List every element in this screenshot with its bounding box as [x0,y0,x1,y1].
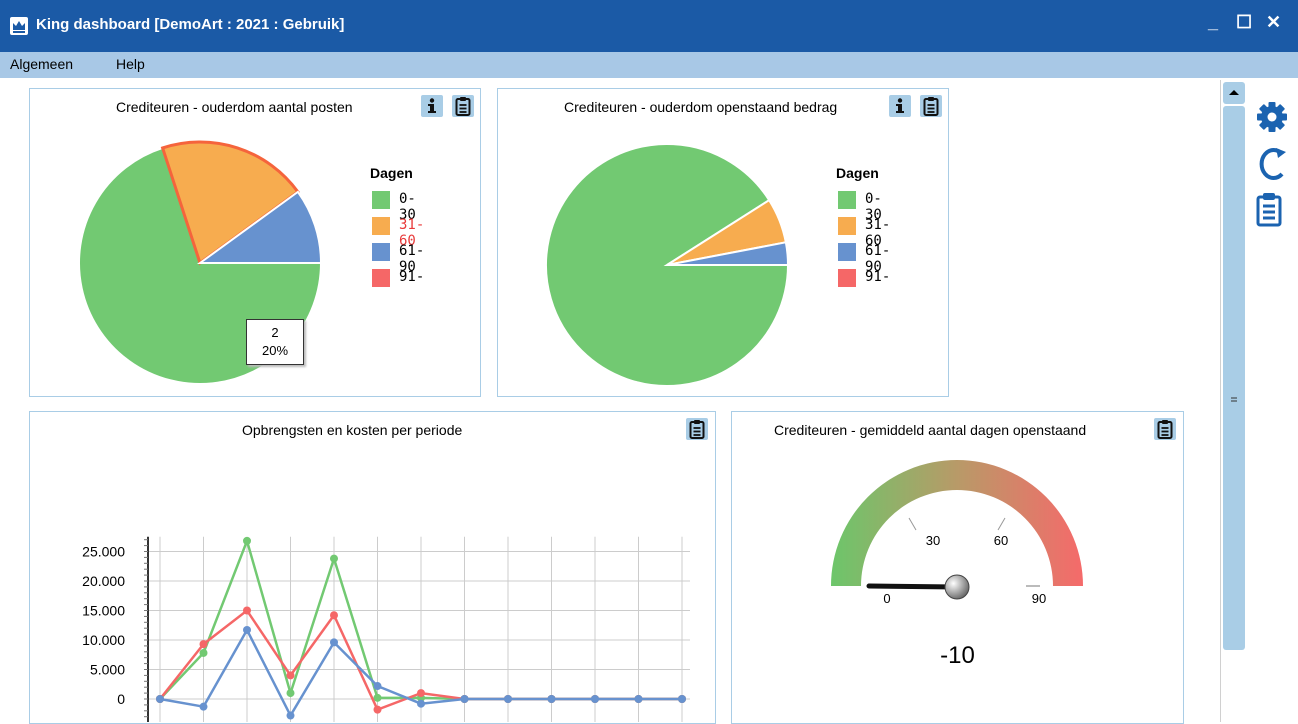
settings-button[interactable] [1256,100,1288,139]
gauge-arc [831,460,1083,586]
legend-label: 91- [399,269,425,285]
data-point-Resultaat[interactable] [417,699,425,708]
clipboard-button[interactable] [920,95,942,117]
panel-openstaand-bedrag: Crediteuren - ouderdom openstaand bedrag… [497,88,949,397]
panel-gemiddeld-dagen: Crediteuren - gemiddeld aantal dagen ope… [731,411,1184,724]
data-point-Resultaat[interactable] [286,711,295,720]
data-point-Resultaat[interactable] [373,682,382,691]
clipboard-icon [455,97,471,116]
menu-algemeen[interactable]: Algemeen [10,56,73,72]
crown-icon [10,17,28,35]
panel-aantal-posten: Crediteuren - ouderdom aantal posten Dag… [29,88,481,397]
data-point-Resultaat[interactable] [460,695,469,703]
y-tick-label: 20.000 [82,573,125,589]
gauge: 0 30 60 90 [831,460,1083,606]
data-point-Kosten[interactable] [330,611,338,620]
close-button[interactable]: ✕ [1266,12,1281,33]
y-tick-label: 25.000 [82,544,125,560]
data-point-Resultaat[interactable] [504,695,512,703]
data-point-Kosten[interactable] [417,689,425,698]
right-toolbar [1248,80,1298,722]
vertical-scrollbar[interactable] [1220,80,1249,722]
panel-title: Crediteuren - ouderdom aantal posten [116,99,353,115]
clipboard-button[interactable] [452,95,474,117]
clipboard-icon [1256,193,1282,227]
pie-tooltip: 2 20% [246,319,304,365]
grip-icon [1231,397,1237,402]
legend-swatch [372,191,390,209]
tooltip-percent: 20% [261,343,289,358]
data-point-Opbrengsten[interactable] [199,648,208,657]
clipboard-button[interactable] [1254,192,1284,233]
data-point-Resultaat[interactable] [634,695,643,703]
data-point-Opbrengsten[interactable] [286,689,295,698]
data-point-Opbrengsten[interactable] [330,554,338,563]
panel-title: Crediteuren - gemiddeld aantal dagen ope… [774,422,1087,438]
gauge-scale-label: 60 [994,533,1008,548]
data-point-Resultaat[interactable] [243,625,251,634]
legend-title: Dagen [370,165,413,181]
data-point-Resultaat[interactable] [678,695,686,703]
tooltip-value: 2 [271,325,279,340]
clipboard-icon [1157,420,1173,439]
y-tick-label: 5.000 [90,662,125,678]
panel-title: Crediteuren - ouderdom openstaand bedrag [564,99,838,115]
legend-swatch [838,243,856,261]
gear-icon [1257,102,1287,132]
gauge-knob [944,574,970,600]
y-tick-label: 0 [117,691,125,707]
gauge-tick [997,517,1006,531]
line-chart: 05.00010.00015.00020.00025.0000123456789… [82,536,690,722]
refresh-icon [1259,148,1286,180]
data-point-Resultaat[interactable] [156,695,164,703]
legend-label: 91- [865,269,891,285]
minimize-button[interactable]: _ [1208,12,1218,33]
gauge-needle [866,583,960,590]
dashboard-content: Crediteuren - ouderdom aantal posten Dag… [0,78,1220,724]
window-title: King dashboard [DemoArt : 2021 : Gebruik… [36,16,345,33]
scroll-thumb[interactable] [1223,106,1245,650]
data-point-Resultaat[interactable] [591,695,599,703]
gauge-tick [908,517,917,531]
gauge-value: -10 [940,642,975,669]
data-point-Resultaat[interactable] [330,638,338,647]
data-point-Resultaat[interactable] [547,695,556,703]
menu-bar: Algemeen Help [0,52,1298,78]
data-point-Kosten[interactable] [243,606,251,615]
pie-chart-openstaand-bedrag [545,143,790,387]
clipboard-button[interactable] [1154,418,1176,440]
data-point-Resultaat[interactable] [199,702,208,711]
legend-swatch [838,191,856,209]
info-icon [896,98,904,113]
gauge-scale-label: 30 [926,533,940,548]
data-point-Kosten[interactable] [199,640,208,649]
legend-swatch [372,269,390,287]
y-tick-label: 10.000 [82,632,125,648]
scroll-up-button[interactable] [1223,82,1245,104]
clipboard-icon [923,97,939,116]
data-point-Opbrengsten[interactable] [243,536,251,545]
gauge-scale-label: 90 [1032,591,1046,606]
y-tick-label: 15.000 [82,603,125,619]
data-point-Kosten[interactable] [373,705,382,714]
data-point-Kosten[interactable] [286,671,295,680]
legend-title: Dagen [836,165,879,181]
info-button[interactable] [889,95,911,117]
title-bar: King dashboard [DemoArt : 2021 : Gebruik… [0,0,1298,52]
maximize-button[interactable]: ☐ [1236,12,1252,33]
refresh-button[interactable] [1256,144,1288,189]
legend-swatch [838,269,856,287]
legend-swatch [372,217,390,235]
info-button[interactable] [421,95,443,117]
arrow-up-icon [1229,90,1239,95]
menu-help[interactable]: Help [116,56,145,72]
panel-opbrengsten-kosten: Opbrengsten en kosten per periode 0 5.000… [29,411,716,724]
info-icon [428,98,436,113]
legend-swatch [372,243,390,261]
gauge-scale-label: 0 [883,591,890,606]
legend-swatch [838,217,856,235]
